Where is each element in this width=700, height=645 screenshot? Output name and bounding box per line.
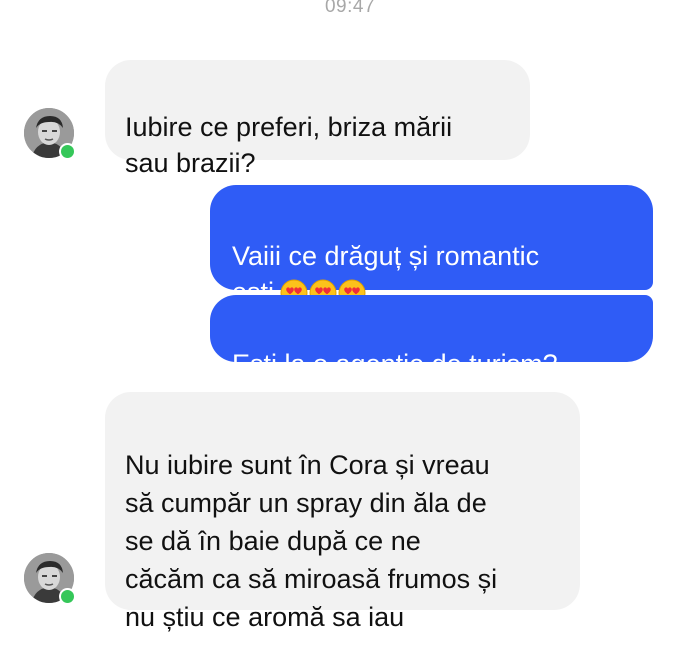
message-text: Iubire ce preferi, briza mării sau brazi… xyxy=(125,112,453,178)
timestamp: 09:47 xyxy=(324,0,376,17)
outgoing-message-bubble[interactable]: Ești la o agenție de turism? xyxy=(210,295,653,379)
contact-avatar[interactable] xyxy=(24,108,76,160)
incoming-message-bubble[interactable]: Nu iubire sunt în Cora și vreau să cumpă… xyxy=(105,392,580,632)
online-status-indicator xyxy=(59,588,76,605)
message-text: Ești la o agenție de turism? xyxy=(232,349,558,379)
online-status-indicator xyxy=(59,143,76,160)
contact-avatar[interactable] xyxy=(24,553,76,605)
message-text: Nu iubire sunt în Cora și vreau să cumpă… xyxy=(125,450,498,632)
incoming-message-bubble[interactable]: Iubire ce preferi, briza mării sau brazi… xyxy=(105,60,530,178)
outgoing-message-bubble[interactable]: Vaiii ce drăguț și romantic ești xyxy=(210,185,653,307)
